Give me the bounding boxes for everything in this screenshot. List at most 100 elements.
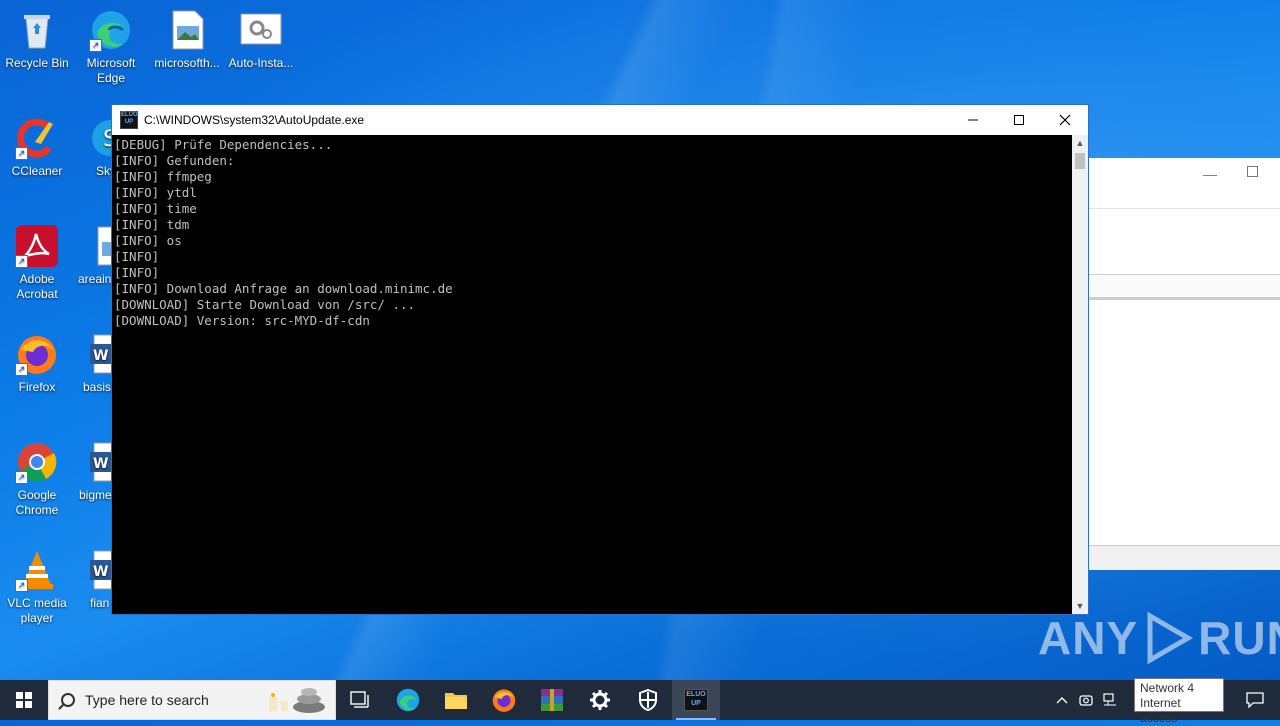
console-line: [INFO] Download Anfrage an download.mini… xyxy=(114,281,453,296)
recycle-bin-icon xyxy=(15,8,59,52)
search-placeholder: Type here to search xyxy=(85,692,209,708)
maximize-icon xyxy=(1014,115,1024,125)
edge-icon xyxy=(396,688,420,712)
scroll-up-arrow-icon[interactable]: ▲ xyxy=(1072,135,1088,151)
word-document-icon: W xyxy=(88,440,112,484)
winrar-icon xyxy=(541,689,563,711)
play-logo-icon xyxy=(1147,611,1194,665)
task-view-button[interactable] xyxy=(336,680,384,720)
shortcut-arrow-icon: ↗ xyxy=(15,147,28,160)
chrome-icon: ↗ xyxy=(15,440,59,484)
watermark-text-right: RUN xyxy=(1198,612,1280,664)
gear-icon xyxy=(590,690,610,710)
console-line: [INFO] ffmpeg xyxy=(114,169,212,184)
taskbar-winrar-button[interactable] xyxy=(528,680,576,720)
camera-icon xyxy=(1079,695,1093,706)
tooltip-line-network: Network 4 xyxy=(1140,681,1195,695)
desktop-icon-basis[interactable]: W basis xyxy=(74,332,112,395)
show-hidden-icons-button[interactable] xyxy=(1050,680,1074,720)
taskbar-autoupdate-button[interactable]: ELUO UP xyxy=(672,680,720,720)
console-line: [INFO] xyxy=(114,265,160,280)
shortcut-arrow-icon: ↗ xyxy=(15,471,28,484)
scroll-thumb[interactable] xyxy=(1075,153,1085,169)
taskbar-edge-button[interactable] xyxy=(384,680,432,720)
desktop-icon-adobe-acrobat[interactable]: ↗ Adobe Acrobat xyxy=(0,224,74,302)
svg-text:W: W xyxy=(93,564,108,580)
search-highlight-illustration-icon xyxy=(269,688,325,713)
task-view-icon xyxy=(350,691,369,708)
chevron-up-icon xyxy=(1056,697,1068,704)
folder-icon xyxy=(445,693,467,709)
desktop-icon-label: Recycle Bin xyxy=(5,56,69,70)
shortcut-arrow-icon: ↗ xyxy=(15,579,28,592)
shortcut-arrow-icon: ↗ xyxy=(89,39,102,52)
taskbar: Type here to search ELUO UP xyxy=(0,680,1280,720)
taskbar-firefox-button[interactable] xyxy=(480,680,528,720)
desktop-icon-areaine[interactable]: areaine xyxy=(74,224,112,287)
vlc-icon: ↗ xyxy=(15,548,59,592)
console-output[interactable]: [DEBUG] Prüfe Dependencies... [INFO] Gefu… xyxy=(112,135,1072,614)
desktop-icon-edge[interactable]: ↗ Microsoft Edge xyxy=(74,8,148,86)
desktop-icon-vlc[interactable]: ↗ VLC media player xyxy=(0,548,74,626)
close-button[interactable] xyxy=(1042,105,1088,135)
background-window-titlebar[interactable]: — xyxy=(1089,158,1280,209)
console-titlebar[interactable]: ELUO UP C:\WINDOWS\system32\AutoUpdate.e… xyxy=(112,105,1088,135)
svg-text:W: W xyxy=(93,348,108,364)
desktop-icon-bigme[interactable]: W bigme xyxy=(74,440,112,503)
console-line: [DOWNLOAD] Version: src-MYD-df-cdn xyxy=(114,313,370,328)
console-scrollbar[interactable]: ▲ ▼ xyxy=(1072,135,1088,614)
edge-icon: ↗ xyxy=(89,8,133,52)
ccleaner-icon: ↗ xyxy=(15,116,59,160)
background-window[interactable]: — xyxy=(1088,158,1280,570)
background-window-statusbar xyxy=(1089,545,1280,570)
console-line: [INFO] time xyxy=(114,201,197,216)
console-line: [INFO] tdm xyxy=(114,217,190,232)
network-button[interactable] xyxy=(1098,680,1122,720)
desktop-icon-label: areaine xyxy=(78,272,112,286)
image-file-icon xyxy=(94,224,112,268)
desktop-icon-label: Sky xyxy=(96,164,112,178)
desktop-icon-label: CCleaner xyxy=(11,164,63,178)
tray-app-button[interactable] xyxy=(1074,680,1098,720)
desktop-icon-label: bigme xyxy=(79,488,112,502)
anyrun-watermark: ANY RUN xyxy=(1038,610,1280,666)
minimize-icon[interactable]: — xyxy=(1203,166,1217,182)
desktop-icon-label: fian xyxy=(90,596,110,610)
desktop-icon-auto-installer[interactable]: Auto-Insta... xyxy=(224,8,298,71)
console-line: [DOWNLOAD] Starte Download von /src/ ... xyxy=(114,297,416,312)
search-icon xyxy=(61,693,75,707)
firefox-icon: ↗ xyxy=(15,332,59,376)
desktop-icon-microsofth[interactable]: microsofth... xyxy=(150,8,224,71)
desktop-icon-sky[interactable]: S Sky xyxy=(74,116,112,179)
background-window-toolbar xyxy=(1089,274,1280,298)
settings-file-icon xyxy=(239,8,283,52)
desktop-icon-firefox[interactable]: ↗ Firefox xyxy=(0,332,74,395)
maximize-icon[interactable] xyxy=(1247,166,1258,177)
taskbar-search-box[interactable]: Type here to search xyxy=(48,680,336,720)
desktop-icon-label: Adobe Acrobat xyxy=(16,272,58,301)
minimize-button[interactable] xyxy=(950,105,996,135)
taskbar-security-button[interactable] xyxy=(624,680,672,720)
desktop-icon-recycle-bin[interactable]: Recycle Bin xyxy=(0,8,74,71)
notifications-button[interactable] xyxy=(1230,680,1280,720)
window-title: C:\WINDOWS\system32\AutoUpdate.exe xyxy=(144,113,365,127)
desktop-icon-ccleaner[interactable]: ↗ CCleaner xyxy=(0,116,74,179)
maximize-button[interactable] xyxy=(996,105,1042,135)
console-line: [INFO] Gefunden: xyxy=(114,153,235,168)
console-line: [INFO] ytdl xyxy=(114,185,197,200)
autoupdate-app-icon: ELUO UP xyxy=(120,111,138,129)
console-window[interactable]: ELUO UP C:\WINDOWS\system32\AutoUpdate.e… xyxy=(111,104,1089,615)
desktop-icon-label: Auto-Insta... xyxy=(228,56,294,70)
taskbar-settings-button[interactable] xyxy=(576,680,624,720)
network-icon xyxy=(1103,693,1116,706)
notification-icon xyxy=(1246,692,1264,708)
network-tooltip: Network 4 Internet access xyxy=(1134,678,1224,725)
taskbar-file-explorer-button[interactable] xyxy=(432,680,480,720)
desktop-icon-fian[interactable]: W fian xyxy=(74,548,112,611)
console-line: [INFO] xyxy=(114,249,160,264)
start-button[interactable] xyxy=(0,680,48,720)
desktop-icon-google-chrome[interactable]: ↗ Google Chrome xyxy=(0,440,74,518)
watermark-text-left: ANY xyxy=(1038,612,1139,664)
autoupdate-app-icon: ELUO UP xyxy=(684,689,708,711)
shield-icon xyxy=(639,689,657,711)
